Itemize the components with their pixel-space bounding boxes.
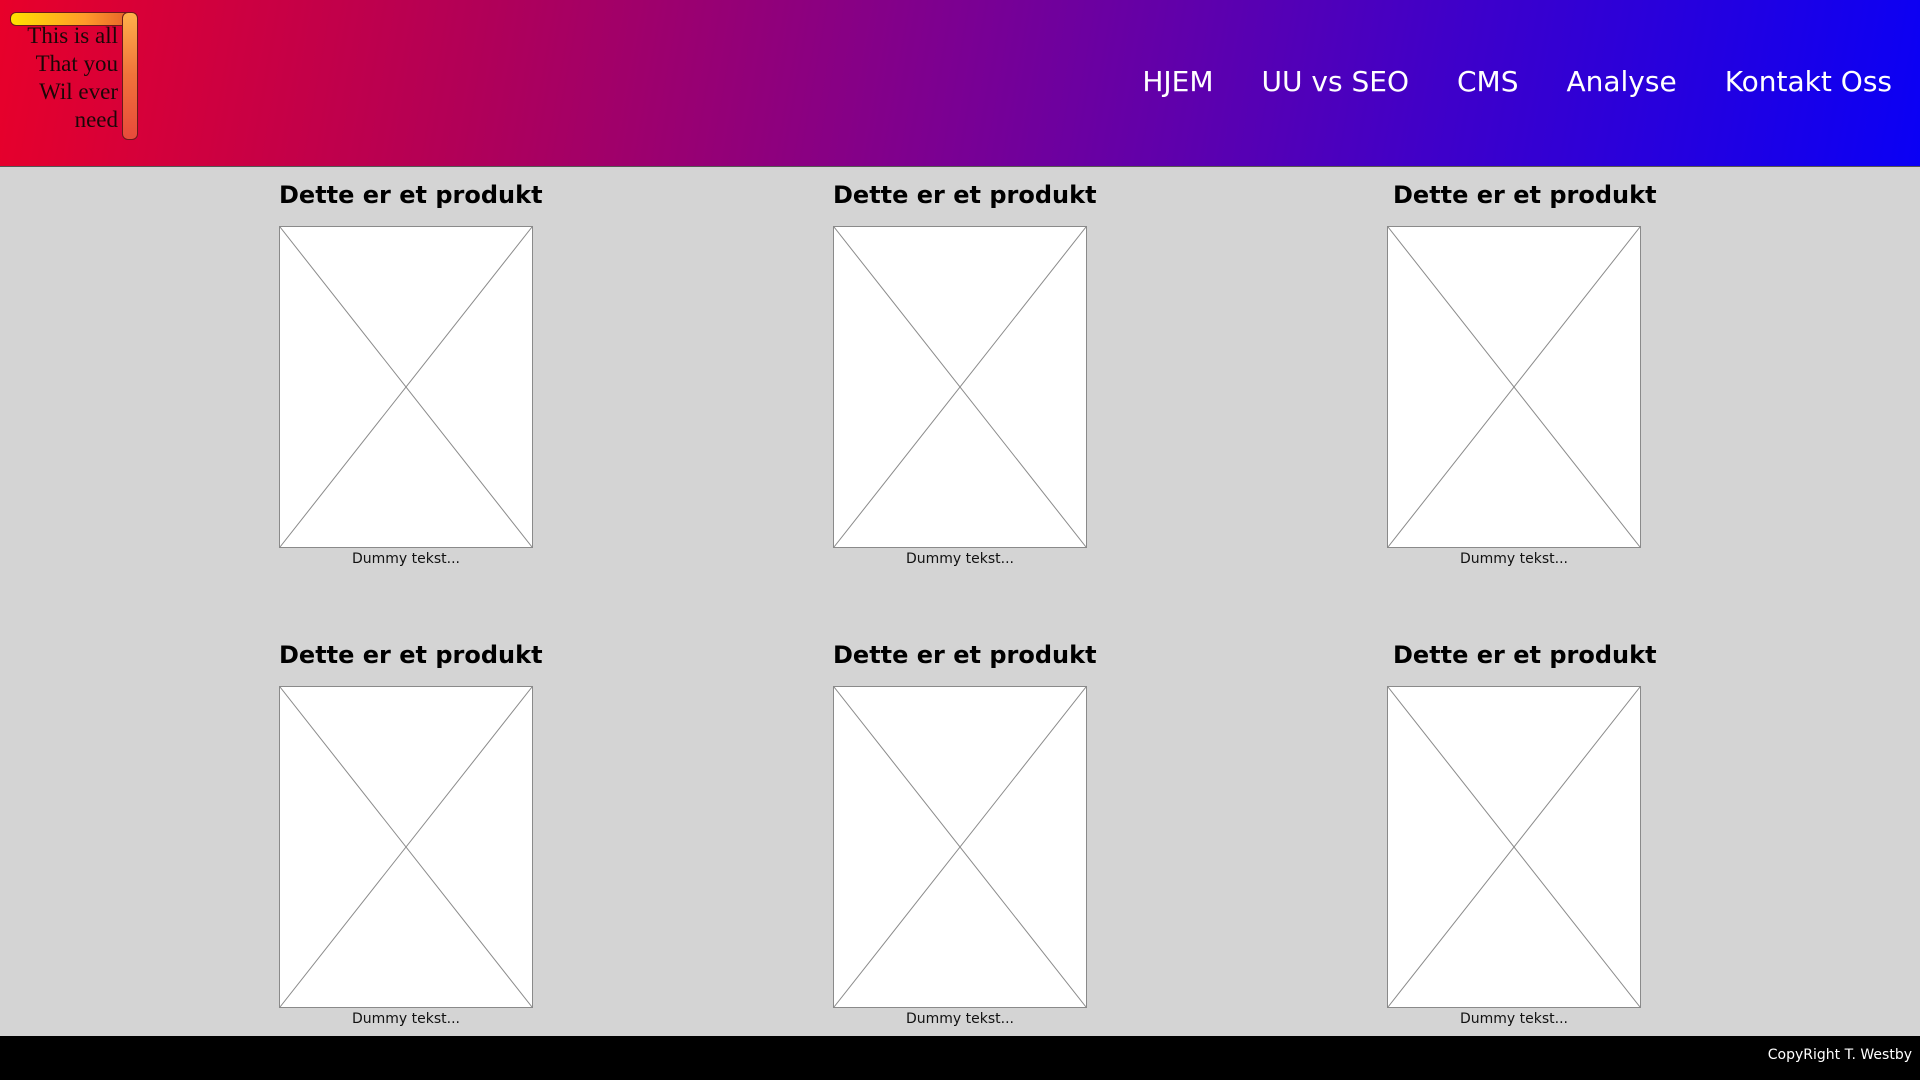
product-title: Dette er et produkt: [833, 181, 1097, 209]
product-caption: Dummy tekst...: [351, 1011, 460, 1027]
nav-link-analyse[interactable]: Analyse: [1566, 60, 1676, 104]
product-title: Dette er et produkt: [833, 641, 1097, 669]
logo-text: This is all That you Wil ever need: [12, 22, 118, 134]
placeholder-image-icon: [279, 226, 533, 548]
nav-link-kontakt-oss[interactable]: Kontakt Oss: [1725, 60, 1892, 104]
nav-link-uu-vs-seo[interactable]: UU vs SEO: [1262, 60, 1409, 104]
nav-link-hjem[interactable]: HJEM: [1142, 60, 1213, 104]
logo-line: That you: [35, 51, 118, 76]
product-caption: Dummy tekst...: [905, 551, 1014, 567]
product-card: Dette er et produkt Dummy tekst...: [279, 640, 579, 1030]
placeholder-image-icon: [833, 226, 1087, 548]
product-card: Dette er et produkt Dummy tekst...: [1387, 640, 1687, 1030]
product-caption: Dummy tekst...: [905, 1011, 1014, 1027]
product-card: Dette er et produkt Dummy tekst...: [833, 640, 1133, 1030]
logo-line: This is all: [27, 23, 118, 48]
product-card: Dette er et produkt Dummy tekst...: [1387, 180, 1687, 570]
site-header: This is all That you Wil ever need HJEM …: [0, 0, 1920, 167]
site-footer: CopyRight T. Westby: [0, 1036, 1920, 1080]
product-caption: Dummy tekst...: [1459, 1011, 1568, 1027]
copyright-text: CopyRight T. Westby: [1767, 1047, 1912, 1063]
logo-line: need: [74, 107, 118, 132]
placeholder-image-icon: [1387, 686, 1641, 1008]
site-logo[interactable]: This is all That you Wil ever need: [10, 12, 138, 140]
main-nav: HJEM UU vs SEO CMS Analyse Kontakt Oss: [1142, 60, 1892, 104]
page: This is all That you Wil ever need HJEM …: [0, 0, 1920, 1080]
placeholder-image-icon: [279, 686, 533, 1008]
product-title: Dette er et produkt: [279, 181, 543, 209]
product-card: Dette er et produkt Dummy tekst...: [833, 180, 1133, 570]
product-title: Dette er et produkt: [1393, 181, 1657, 209]
placeholder-image-icon: [1387, 226, 1641, 548]
product-caption: Dummy tekst...: [351, 551, 460, 567]
logo-bar-side: [122, 12, 138, 140]
logo-line: Wil ever: [39, 79, 118, 104]
product-card: Dette er et produkt Dummy tekst...: [279, 180, 579, 570]
product-caption: Dummy tekst...: [1459, 551, 1568, 567]
product-title: Dette er et produkt: [1393, 641, 1657, 669]
product-title: Dette er et produkt: [279, 641, 543, 669]
placeholder-image-icon: [833, 686, 1087, 1008]
nav-link-cms[interactable]: CMS: [1457, 60, 1518, 104]
